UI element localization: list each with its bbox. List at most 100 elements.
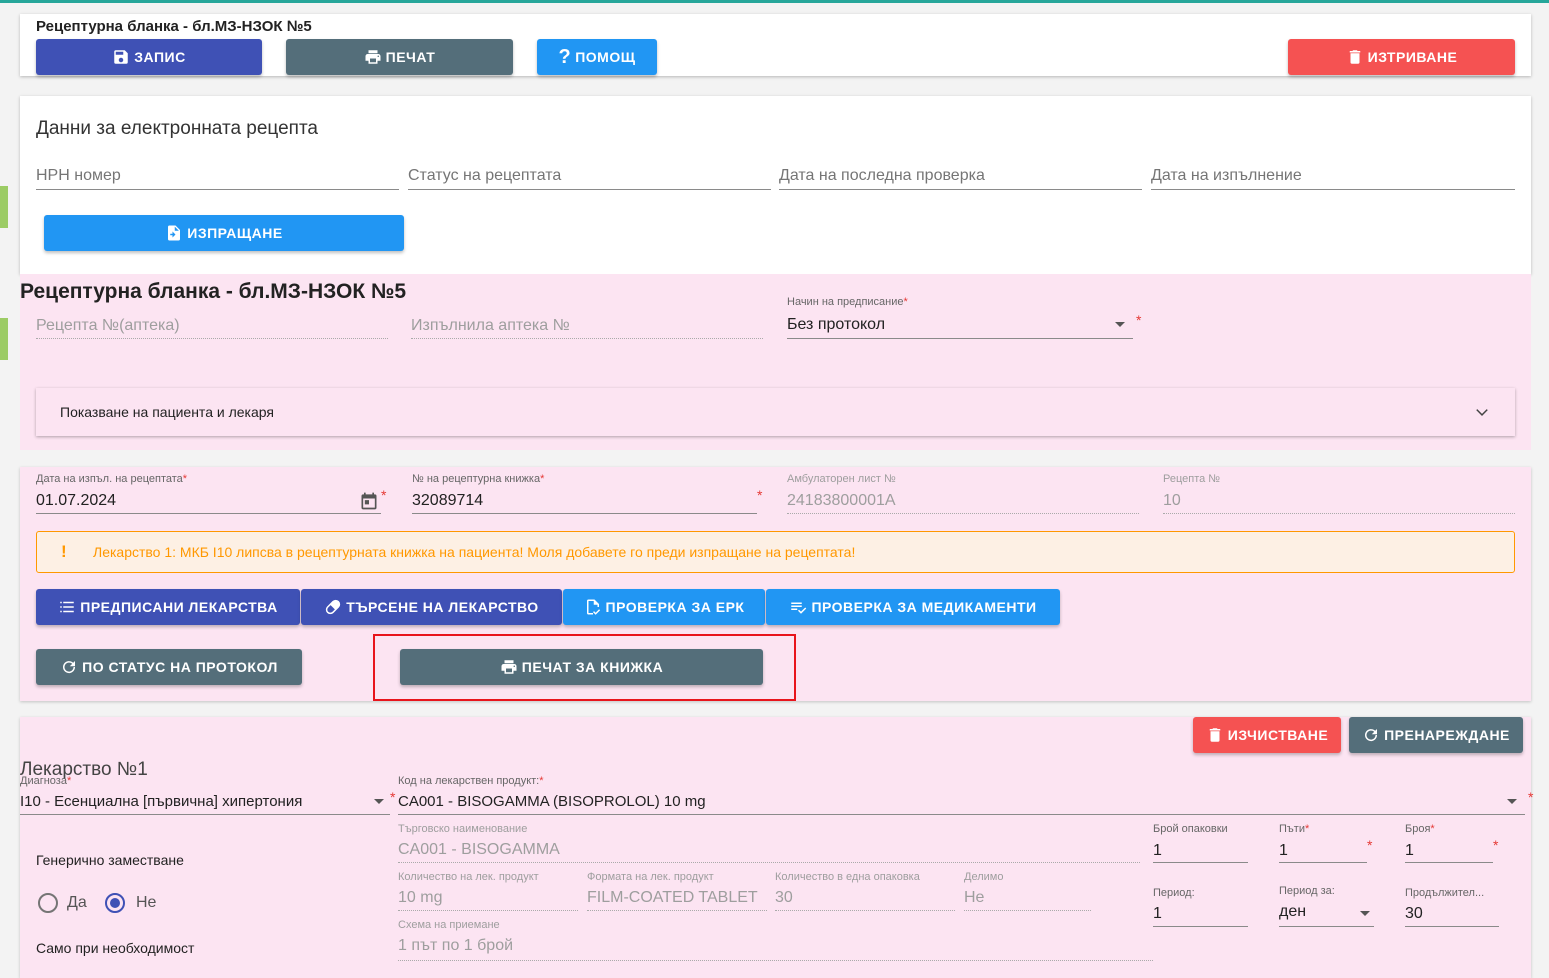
per-pack-field: Количество в една опаковка 30 — [775, 871, 955, 911]
required-star: * — [1528, 789, 1534, 805]
duration-field[interactable]: Продължител... 30 — [1405, 887, 1499, 927]
quantity-field: Количество на лек. продукт 10 mg — [398, 871, 578, 911]
method-underline — [787, 338, 1133, 339]
count-value: 1 — [1405, 842, 1414, 859]
print-button[interactable]: ПЕЧАТ — [286, 39, 513, 75]
times-label: Пъти* — [1279, 823, 1310, 835]
exec-date-underline — [36, 513, 381, 514]
fulfil-date-field[interactable]: Дата на изпълнение — [1151, 164, 1515, 190]
help-label: ПОМОЩ — [575, 49, 636, 65]
diagnosis-value: I10 - Есенциална [първична] хипертония — [20, 793, 303, 810]
period-for-value: ден — [1279, 903, 1307, 920]
times-field[interactable]: Пъти* 1 — [1279, 823, 1367, 863]
delete-label: ИЗТРИВАНЕ — [1367, 49, 1458, 65]
eprescription-title: Данни за електронната рецепта — [36, 118, 319, 139]
help-button[interactable]: ? ПОМОЩ — [537, 39, 657, 75]
product-code-label: Код на лекарствен продукт:* — [398, 775, 544, 787]
fulfil-date-underline — [1151, 189, 1515, 190]
reorder-button[interactable]: ПРЕНАРЕЖДАНЕ — [1349, 717, 1523, 753]
print-book-button[interactable]: ПЕЧАТ ЗА КНИЖКА — [400, 649, 763, 685]
book-no-underline — [412, 513, 757, 514]
prescribed-drugs-button[interactable]: ПРЕДПИСАНИ ЛЕКАРСТВА — [36, 589, 300, 625]
meds-check-button[interactable]: ПРОВЕРКА ЗА МЕДИКАМЕНТИ — [766, 589, 1060, 625]
chevron-down-icon — [1360, 911, 1370, 916]
pharmacy-no-underline — [411, 338, 763, 339]
pharmacy-no-placeholder: Изпълнила аптека № — [411, 317, 570, 334]
exec-date-field[interactable]: Дата на изпъл. на рецептата* 01.07.2024 — [36, 473, 381, 515]
search-drug-label: ТЪРСЕНЕ НА ЛЕКАРСТВО — [346, 599, 539, 615]
scheme-value: 1 път по 1 брой — [398, 937, 514, 954]
generic-yes-radio[interactable] — [38, 893, 58, 913]
exec-date-value: 01.07.2024 — [36, 492, 117, 509]
trash-icon — [1349, 50, 1360, 64]
drug-card: Лекарство №1 Диагноза* I10 - Есенциална … — [20, 717, 1534, 978]
delete-button[interactable]: ИЗТРИВАНЕ — [1288, 39, 1515, 75]
nrn-underline — [36, 189, 399, 190]
toolbar-title: Рецептурна бланка - бл.МЗ-НЗОК №5 — [36, 18, 312, 35]
status-underline — [408, 189, 771, 190]
rx-no-underline — [1163, 513, 1515, 514]
sidebar-marker — [0, 186, 8, 228]
fulfil-date-placeholder: Дата на изпълнение — [1151, 167, 1302, 184]
packs-value: 1 — [1153, 842, 1162, 859]
times-value: 1 — [1279, 842, 1288, 859]
chevron-down-icon — [374, 799, 384, 804]
period-for-underline — [1279, 926, 1374, 927]
packs-field[interactable]: Брой опаковки 1 — [1153, 823, 1248, 863]
prescribed-drugs-label: ПРЕДПИСАНИ ЛЕКАРСТВА — [80, 599, 278, 615]
count-underline — [1405, 862, 1493, 863]
question-icon: ? — [558, 46, 572, 68]
pharmacy-no-field: Изпълнила аптека № — [411, 314, 763, 340]
method-select[interactable]: Начин на предписание* Без протокол — [787, 296, 1133, 340]
trade-name-value: CA001 - BISOGAMMA — [398, 841, 560, 858]
last-check-field[interactable]: Дата на последна проверка — [779, 164, 1142, 190]
amb-sheet-underline — [787, 513, 1139, 514]
meds-check-label: ПРОВЕРКА ЗА МЕДИКАМЕНТИ — [811, 599, 1037, 615]
amb-sheet-field: Амбулаторен лист № 24183800001A — [787, 473, 1139, 515]
rx-no-value: 10 — [1163, 492, 1181, 509]
pharmacy-rx-underline — [36, 338, 388, 339]
protocol-status-button[interactable]: ПО СТАТУС НА ПРОТОКОЛ — [36, 649, 302, 685]
clear-button[interactable]: ИЗЧИСТВАНЕ — [1193, 717, 1341, 753]
count-label: Броя* — [1405, 823, 1435, 835]
period-for-select[interactable]: Период за: ден — [1279, 885, 1374, 927]
save-icon — [114, 50, 129, 64]
packs-label: Брой опаковки — [1153, 823, 1228, 835]
rx-no-label: Рецепта № — [1163, 473, 1221, 485]
status-field[interactable]: Статус на рецептата — [408, 164, 771, 190]
nrn-placeholder: НРН номер — [36, 167, 121, 184]
product-code-select[interactable]: Код на лекарствен продукт:* CA001 - BISO… — [398, 775, 1525, 815]
warning-alert: ! Лекарство 1: МКБ I10 липсва в рецептур… — [36, 531, 1515, 573]
send-label: ИЗПРАЩАНЕ — [187, 225, 283, 241]
chevron-down-icon — [1115, 322, 1125, 327]
amb-sheet-value: 24183800001A — [787, 492, 896, 509]
show-patient-label: Показване на пациента и лекаря — [60, 404, 274, 420]
show-patient-expander[interactable]: Показване на пациента и лекаря — [36, 388, 1515, 436]
product-code-value: CA001 - BISOGAMMA (BISOPROLOL) 10 mg — [398, 793, 706, 810]
duration-value: 30 — [1405, 905, 1423, 922]
book-no-value: 32089714 — [412, 492, 484, 509]
trash-icon — [1209, 728, 1220, 742]
warning-text: Лекарство 1: МКБ I10 липсва в рецептурна… — [93, 544, 856, 560]
save-button[interactable]: ЗАПИС — [36, 39, 262, 75]
calendar-icon[interactable] — [359, 491, 379, 511]
erk-check-button[interactable]: ПРОВЕРКА ЗА ЕРК — [563, 589, 765, 625]
file-send-icon — [168, 225, 181, 241]
search-drug-button[interactable]: ТЪРСЕНЕ НА ЛЕКАРСТВО — [301, 589, 562, 625]
expand-chevron-icon — [1476, 409, 1488, 416]
times-underline — [1279, 862, 1367, 863]
drug-form-field: Формата на лек. продукт FILM-COATED TABL… — [587, 871, 767, 911]
send-button[interactable]: ИЗПРАЩАНЕ — [44, 215, 404, 251]
generic-no-label[interactable]: Не — [136, 894, 156, 912]
count-field[interactable]: Броя* 1 — [1405, 823, 1493, 863]
period-label: Период: — [1153, 887, 1195, 899]
generic-yes-label[interactable]: Да — [67, 894, 87, 912]
generic-no-radio[interactable] — [105, 893, 125, 913]
book-no-field[interactable]: № на рецептурна книжка* 32089714 — [412, 473, 757, 515]
required-star: * — [757, 487, 763, 503]
diagnosis-underline — [20, 814, 390, 815]
period-field[interactable]: Период: 1 — [1153, 887, 1248, 927]
nrn-field[interactable]: НРН номер — [36, 164, 399, 190]
diagnosis-select[interactable]: Диагноза* I10 - Есенциална [първична] хи… — [20, 775, 390, 815]
duration-label: Продължител... — [1405, 887, 1485, 899]
